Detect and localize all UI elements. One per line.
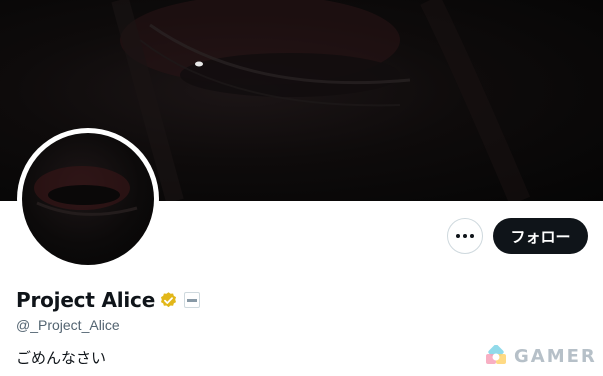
display-name: Project Alice: [16, 288, 156, 312]
more-horizontal-icon: [456, 234, 474, 238]
watermark: GAMER: [485, 345, 597, 367]
avatar-artwork: [34, 166, 138, 216]
more-options-button[interactable]: [447, 218, 483, 254]
affiliate-badge-icon[interactable]: [184, 292, 201, 308]
follow-button[interactable]: フォロー: [493, 218, 588, 254]
avatar[interactable]: [22, 133, 154, 265]
bio: ごめんなさい: [16, 349, 107, 367]
watermark-text: GAMER: [514, 345, 597, 367]
verified-badge-icon[interactable]: [159, 291, 178, 310]
handle: @_Project_Alice: [16, 317, 120, 333]
gamer-logo-icon: [486, 345, 506, 364]
name-row: Project Alice: [16, 288, 201, 312]
